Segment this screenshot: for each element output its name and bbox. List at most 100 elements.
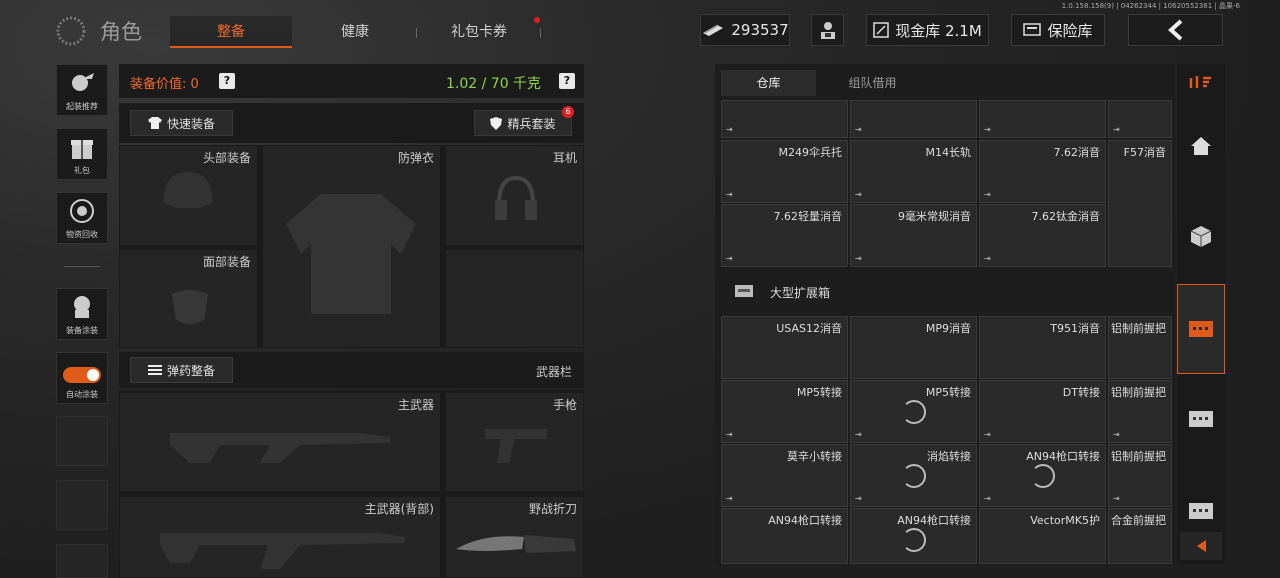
storage-item[interactable]: AN94枪口转接 xyxy=(721,508,848,564)
safe-icon xyxy=(1023,23,1042,36)
trader-button[interactable] xyxy=(811,14,844,46)
recycle-label: 物资回收 xyxy=(66,230,98,239)
tab-gift-cards[interactable]: 礼包卡券 xyxy=(424,16,534,48)
back-button[interactable] xyxy=(1128,14,1223,46)
vest-icon xyxy=(286,194,416,314)
empty-gear-slot[interactable] xyxy=(445,249,584,348)
empty-slot xyxy=(56,544,108,578)
storage-item[interactable]: DT转接 ⇥ xyxy=(979,380,1106,443)
storage-item[interactable]: MP5转接 ⇥ xyxy=(721,380,848,443)
storage-item[interactable]: F57消音 xyxy=(1108,140,1172,267)
quick-equip-button[interactable]: 快速装备 xyxy=(130,110,233,136)
primary-weapon-label: 主武器 xyxy=(397,398,434,412)
tab-team-borrow[interactable]: 组队借用 xyxy=(820,70,925,96)
storage-item[interactable]: 合金前握把 xyxy=(1108,508,1172,564)
storage-item[interactable]: USAS12消音 xyxy=(721,316,848,379)
loadout-recommend-button[interactable]: 起装推荐 xyxy=(56,64,108,116)
ammo-icon xyxy=(147,365,162,375)
container-label: 大型扩展箱 xyxy=(770,286,831,300)
storage-item[interactable]: AN94枪口转接 xyxy=(850,508,977,564)
weapon-bar-label: 武器栏 xyxy=(535,365,572,379)
currency-value: 293537 xyxy=(731,21,789,39)
sort-button[interactable] xyxy=(1180,68,1222,96)
nav-container-3[interactable] xyxy=(1180,492,1222,528)
tab-health[interactable]: 健康 xyxy=(300,16,410,48)
divider xyxy=(64,266,100,267)
arrow-left-icon xyxy=(1197,540,1206,552)
pistol-slot[interactable]: 手枪 xyxy=(445,392,584,492)
storage-item[interactable]: MP9消音 xyxy=(850,316,977,379)
skin-icon xyxy=(74,296,90,318)
nav-box[interactable] xyxy=(1180,216,1222,256)
auto-skin-toggle[interactable]: 自动涂装 xyxy=(56,352,108,404)
notification-dot xyxy=(534,17,540,23)
back-arrow-icon xyxy=(1167,19,1182,41)
storage-item[interactable]: AN94枪口转接 ⇥ xyxy=(979,444,1106,507)
cash-vault-button[interactable]: 现金库 2.1M xyxy=(866,14,989,46)
container-icon xyxy=(1189,503,1213,519)
storage-item[interactable]: MP5转接 ⇥ xyxy=(850,380,977,443)
face-slot[interactable]: 面部装备 xyxy=(119,249,258,348)
storage-item[interactable]: 铝制前握把 xyxy=(1108,316,1172,379)
vault-icon xyxy=(873,22,889,38)
loading-icon xyxy=(1030,463,1055,488)
weight-help-icon[interactable]: ? xyxy=(559,73,575,89)
storage-item[interactable]: 7.62轻量消音 ⇥ xyxy=(721,204,848,267)
page-title: 角色 xyxy=(100,20,142,44)
safe-vault-button[interactable]: 保险库 xyxy=(1011,14,1105,46)
storage-item[interactable]: T951消音 xyxy=(979,316,1106,379)
nav-container-active-icon-wrap xyxy=(1180,310,1222,346)
ammo-prep-button[interactable]: 弹药整备 xyxy=(130,357,233,383)
auto-skin-label: 自动涂装 xyxy=(66,390,98,399)
loadout-label: 起装推荐 xyxy=(66,102,98,111)
elite-set-button[interactable]: 精兵套装 xyxy=(474,110,572,136)
head-slot[interactable]: 头部装备 xyxy=(119,145,258,246)
toggle-icon xyxy=(63,367,101,383)
nav-container-2[interactable] xyxy=(1180,400,1222,436)
storage-item[interactable]: ⇥ xyxy=(721,100,848,138)
version-text: 1.0.158.158(9) | 04262344 | 10620552381 … xyxy=(1061,2,1240,10)
equip-value-bar: 装备价值: 0 ? 1.02 / 70 千克 ? xyxy=(119,64,584,98)
recycle-button[interactable]: 物资回收 xyxy=(56,192,108,244)
storage-item[interactable]: ⇥ xyxy=(1108,100,1172,138)
value-help-icon[interactable]: ? xyxy=(219,73,235,89)
collapse-button[interactable] xyxy=(1180,532,1222,560)
helmet-icon xyxy=(163,172,213,208)
storage-item[interactable]: ⇥ xyxy=(850,100,977,138)
back-weapon-label: 主武器(背部) xyxy=(364,502,434,516)
storage-item[interactable]: ⇥ xyxy=(979,100,1106,138)
knife-slot[interactable]: 野战折刀 xyxy=(445,496,584,578)
pistol-icon xyxy=(485,429,547,463)
storage-item[interactable]: 7.62消音 ⇥ xyxy=(979,140,1106,203)
headset-slot-label: 耳机 xyxy=(552,151,577,165)
gift-label: 礼包 xyxy=(74,166,90,175)
storage-item[interactable]: 消焰转接 ⇥ xyxy=(850,444,977,507)
recycle-icon xyxy=(70,199,94,223)
weight-value: 1.02 / 70 千克 xyxy=(446,76,542,92)
grid-globe-icon xyxy=(56,16,86,46)
headset-slot[interactable]: 耳机 xyxy=(445,145,584,246)
equipment-skin-button[interactable]: 装备涂装 xyxy=(56,288,108,340)
armor-slot[interactable]: 防弹衣 xyxy=(262,145,441,348)
tab-storage[interactable]: 仓库 xyxy=(721,70,816,96)
head-slot-label: 头部装备 xyxy=(202,151,251,165)
storage-item[interactable]: 9毫米常规消音 ⇥ xyxy=(850,204,977,267)
sort-icon xyxy=(1189,76,1211,88)
enter-icon: ⇥ xyxy=(855,125,862,134)
storage-item[interactable]: M249伞兵托 ⇥ xyxy=(721,140,848,203)
nav-home[interactable] xyxy=(1180,126,1222,166)
primary-weapon-slot[interactable]: 主武器 xyxy=(119,392,441,492)
tab-equip[interactable]: 整备 xyxy=(170,16,292,48)
loading-icon xyxy=(901,528,926,552)
storage-item[interactable]: 铝制前握把 ⇥ xyxy=(1108,444,1172,507)
storage-item[interactable]: 7.62钛金消音 ⇥ xyxy=(979,204,1106,267)
currency-display: 293537 xyxy=(700,14,790,46)
gift-button[interactable]: 礼包 xyxy=(56,128,108,180)
storage-item[interactable]: M14长轨 ⇥ xyxy=(850,140,977,203)
storage-item[interactable]: 铝制前握把 ⇥ xyxy=(1108,380,1172,443)
gift-icon xyxy=(71,140,93,159)
storage-item[interactable]: VectorMK5护 xyxy=(979,508,1106,564)
storage-item[interactable]: 莫辛小转接 ⇥ xyxy=(721,444,848,507)
empty-slot xyxy=(56,416,108,466)
back-weapon-slot[interactable]: 主武器(背部) xyxy=(119,496,441,578)
